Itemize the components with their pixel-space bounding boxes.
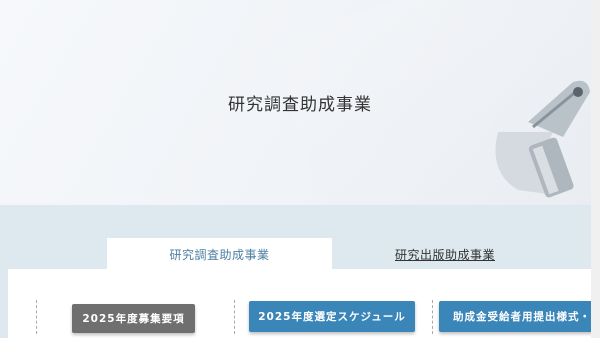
hero-banner: 研究調査助成事業: [0, 0, 600, 205]
page-title: 研究調査助成事業: [228, 95, 372, 115]
binder-clip-image: [495, 80, 590, 198]
column-divider: [36, 300, 37, 334]
selection-schedule-button[interactable]: 2025年度選定スケジュール: [249, 301, 415, 332]
recipient-forms-button[interactable]: 助成金受給者用提出様式・: [439, 301, 600, 332]
column-divider: [432, 300, 433, 334]
tab-publication-grant[interactable]: 研究出版助成事業: [340, 238, 550, 270]
tab-research-grant[interactable]: 研究調査助成事業: [107, 238, 332, 270]
column-divider: [234, 300, 235, 334]
application-guidelines-button[interactable]: 2025年度募集要項: [72, 304, 195, 333]
scrollbar[interactable]: [591, 0, 600, 338]
